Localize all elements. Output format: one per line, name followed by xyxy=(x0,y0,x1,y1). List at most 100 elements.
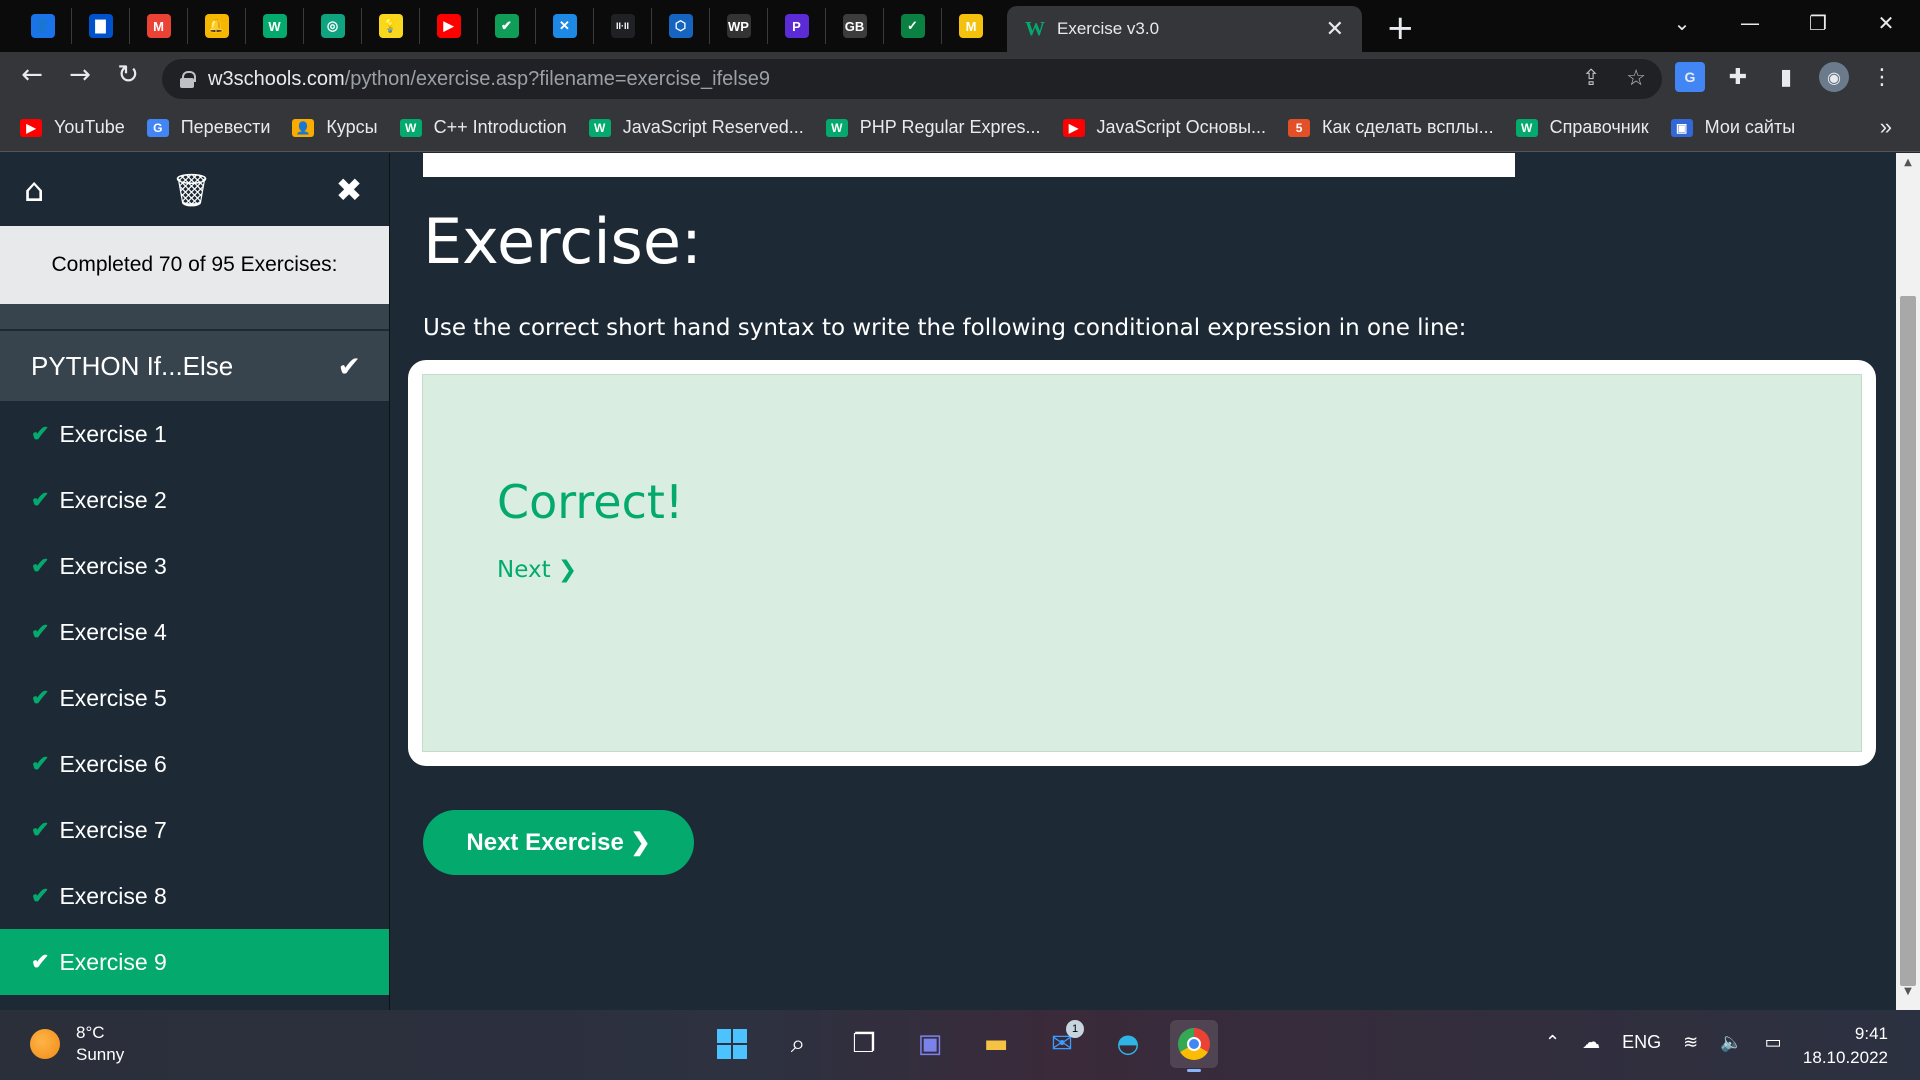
pinned-tab[interactable]: ✓ xyxy=(884,8,942,44)
forward-icon[interactable]: → xyxy=(62,60,98,90)
check-icon: ✔ xyxy=(31,883,50,908)
pinned-tab[interactable]: W xyxy=(246,8,304,44)
bookmark-item[interactable]: W Справочник xyxy=(1515,117,1649,138)
sidebar-item-exercise-5[interactable]: ✔ Exercise 5 xyxy=(0,665,389,731)
chevron-up-icon[interactable]: ⌃ xyxy=(1545,1032,1560,1053)
task-view-icon[interactable]: ❐ xyxy=(840,1020,888,1068)
bookmark-star-icon[interactable]: ☆ xyxy=(1626,65,1646,91)
exercise-list: ✔ Exercise 1 ✔ Exercise 2 ✔ Exercise 3 ✔ Exerci… xyxy=(0,401,389,995)
next-exercise-button[interactable]: Next Exercise ❯ xyxy=(423,810,694,875)
lock-icon[interactable] xyxy=(180,71,196,88)
pinned-tab[interactable]: 💡 xyxy=(362,8,420,44)
battery-icon[interactable]: ▭ xyxy=(1765,1032,1782,1053)
bookmark-label: C++ Introduction xyxy=(433,117,567,137)
scrollbar-thumb[interactable] xyxy=(1900,296,1916,986)
language-indicator[interactable]: ENG xyxy=(1622,1032,1661,1053)
pinned-tab[interactable]: GB xyxy=(826,8,884,44)
reload-icon[interactable]: ↻ xyxy=(110,60,146,90)
mail-icon[interactable]: ✉ 1 xyxy=(1038,1020,1086,1068)
close-tab-icon[interactable]: ✕ xyxy=(1326,17,1344,42)
clock[interactable]: 9:41 18.10.2022 xyxy=(1803,1022,1888,1070)
contacts-icon: 👤 xyxy=(30,14,55,38)
sidebar-item-exercise-1[interactable]: ✔ Exercise 1 xyxy=(0,401,389,467)
back-icon[interactable]: ← xyxy=(14,60,50,90)
bookmark-item[interactable]: ▶ YouTube xyxy=(20,117,125,138)
wifi-icon[interactable]: ≋ xyxy=(1683,1032,1698,1053)
pinned-tab[interactable]: ▇ xyxy=(72,8,130,44)
volume-icon[interactable]: 🔈 xyxy=(1720,1032,1742,1053)
address-bar[interactable]: w3schools.com/python/exercise.asp?filena… xyxy=(162,59,1662,99)
pinned-tab[interactable]: ✔ xyxy=(478,8,536,44)
trash-icon[interactable]: 🗑 xyxy=(171,171,212,209)
weather-widget[interactable]: 8°C Sunny xyxy=(30,1022,124,1066)
profile-avatar[interactable]: ◉ xyxy=(1819,62,1849,92)
home-icon[interactable]: ⌂ xyxy=(16,171,52,209)
side-panel-icon[interactable]: ▮ xyxy=(1771,62,1801,92)
tab-search-icon[interactable]: ⌄ xyxy=(1648,0,1716,46)
bookmark-item[interactable]: 👤 Курсы xyxy=(292,117,378,138)
restore-button[interactable]: ❐ xyxy=(1784,0,1852,46)
pinned-tab[interactable]: M xyxy=(942,8,1000,44)
url-domain: w3schools.com xyxy=(208,67,345,90)
close-window-button[interactable]: ✕ xyxy=(1852,0,1920,46)
sidebar-item-exercise-6[interactable]: ✔ Exercise 6 xyxy=(0,731,389,797)
w3schools-icon: W xyxy=(399,118,422,137)
bookmark-item[interactable]: ▣ Мои сайты xyxy=(1670,117,1796,138)
pinned-tab[interactable]: II·II xyxy=(594,8,652,44)
google-translate-icon[interactable]: G xyxy=(1675,62,1705,92)
pinned-tab[interactable]: ✕ xyxy=(536,8,594,44)
edge-icon[interactable]: ◓ xyxy=(1104,1020,1152,1068)
bookmark-item[interactable]: W C++ Introduction xyxy=(399,117,567,138)
extensions-puzzle-icon[interactable]: ✚ xyxy=(1723,62,1753,92)
trello-icon: ▇ xyxy=(88,14,113,38)
page-scrollbar[interactable]: ▲ ▼ xyxy=(1896,153,1920,1010)
section-header[interactable]: PYTHON If...Else ✔ xyxy=(0,329,389,401)
menu-kebab-icon[interactable]: ⋮ xyxy=(1867,62,1897,92)
close-icon[interactable]: ✖ xyxy=(331,171,367,209)
chatgpt-icon: ◎ xyxy=(320,14,345,38)
windows-start-icon[interactable] xyxy=(708,1020,756,1068)
teams-chat-icon[interactable]: ▣ xyxy=(906,1020,954,1068)
pinned-tab[interactable]: M xyxy=(130,8,188,44)
scroll-down-icon[interactable]: ▼ xyxy=(1896,986,1920,1006)
search-icon[interactable]: ⌕ xyxy=(774,1020,822,1068)
bookmark-label: Мои сайты xyxy=(1704,117,1796,137)
bookmark-item[interactable]: G Перевести xyxy=(146,117,270,138)
next-link[interactable]: Next ❯ xyxy=(497,557,577,583)
sidebar-item-exercise-2[interactable]: ✔ Exercise 2 xyxy=(0,467,389,533)
sidebar-item-exercise-8[interactable]: ✔ Exercise 8 xyxy=(0,863,389,929)
success-message-box: Correct! Next ❯ xyxy=(422,374,1862,752)
pinned-tab[interactable]: WP xyxy=(710,8,768,44)
bookmark-item[interactable]: W PHP Regular Expres... xyxy=(825,117,1041,138)
active-tab[interactable]: W Exercise v3.0 ✕ xyxy=(1007,6,1362,52)
minimize-button[interactable]: — xyxy=(1716,0,1784,46)
instruction-text: Use the correct short hand syntax to wri… xyxy=(423,315,1467,341)
xcode-icon: ✕ xyxy=(552,14,577,38)
onedrive-cloud-icon[interactable]: ☁ xyxy=(1582,1032,1600,1053)
file-explorer-icon[interactable]: ▬ xyxy=(972,1020,1020,1068)
new-tab-button[interactable]: + xyxy=(1386,8,1415,48)
bookmark-label: Курсы xyxy=(326,117,378,137)
classroom-icon: 👤 xyxy=(292,118,315,137)
pinned-tab[interactable]: P xyxy=(768,8,826,44)
scroll-up-icon[interactable]: ▲ xyxy=(1896,157,1920,177)
sidebar-item-exercise-4[interactable]: ✔ Exercise 4 xyxy=(0,599,389,665)
share-icon[interactable]: ⇪ xyxy=(1582,65,1600,91)
pinned-tab[interactable]: 🔔 xyxy=(188,8,246,44)
youtube-icon: ▶ xyxy=(436,14,461,38)
chrome-icon[interactable] xyxy=(1170,1020,1218,1072)
pinned-tab[interactable]: 👤 xyxy=(14,8,72,44)
settings-hex-icon: ⬡ xyxy=(668,14,693,38)
bookmark-item[interactable]: ▶ JavaScript Основы... xyxy=(1062,117,1266,138)
bookmark-label: YouTube xyxy=(54,117,125,137)
more-bookmarks-icon[interactable]: » xyxy=(1880,114,1892,140)
sidebar-item-exercise-9[interactable]: ✔ Exercise 9 xyxy=(0,929,389,995)
clock-time: 9:41 xyxy=(1854,1024,1888,1043)
pinned-tab[interactable]: ⬡ xyxy=(652,8,710,44)
bookmark-item[interactable]: 5 Как сделать всплы... xyxy=(1288,117,1494,138)
sidebar-item-exercise-7[interactable]: ✔ Exercise 7 xyxy=(0,797,389,863)
bookmark-item[interactable]: W JavaScript Reserved... xyxy=(588,117,804,138)
pinned-tab[interactable]: ◎ xyxy=(304,8,362,44)
pinned-tab[interactable]: ▶ xyxy=(420,8,478,44)
sidebar-item-exercise-3[interactable]: ✔ Exercise 3 xyxy=(0,533,389,599)
